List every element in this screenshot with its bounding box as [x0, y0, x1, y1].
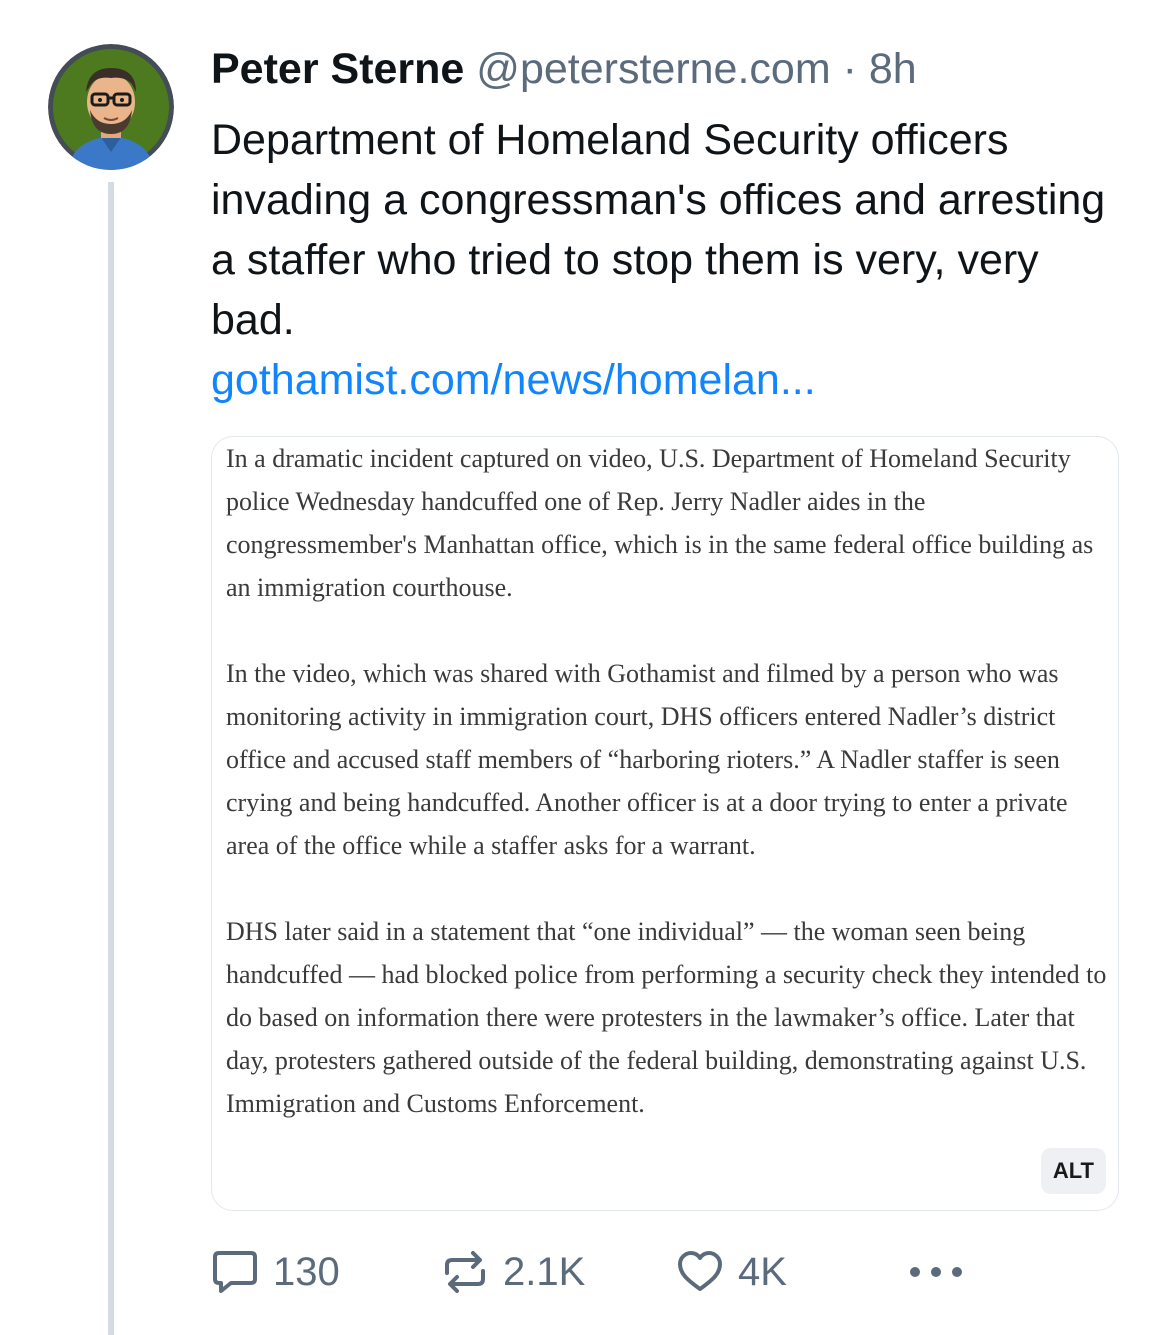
like-count: 4K [738, 1250, 787, 1294]
more-options-button[interactable] [906, 1244, 966, 1300]
post-text: Department of Homeland Security officers… [211, 116, 1106, 344]
avatar-illustration [48, 44, 174, 170]
separator-dot: · [842, 45, 857, 93]
article-paragraph: In the video, which was shared with Goth… [226, 659, 1068, 860]
post-link[interactable]: gothamist.com/news/homelan... [211, 350, 1111, 410]
thread-line [108, 182, 114, 1335]
avatar[interactable] [48, 44, 174, 170]
speech-bubble-icon [213, 1251, 257, 1293]
image-embed[interactable]: In a dramatic incident captured on video… [211, 436, 1119, 1211]
more-dots-icon [910, 1267, 962, 1277]
like-button[interactable]: 4K [676, 1244, 787, 1300]
post-body: Department of Homeland Security officers… [211, 110, 1111, 410]
article-paragraph: In a dramatic incident captured on video… [226, 444, 1094, 602]
post-header: Peter Sterne @petersterne.com · 8h [211, 44, 917, 94]
reply-button[interactable]: 130 [211, 1244, 340, 1300]
article-screenshot-text: In a dramatic incident captured on video… [226, 437, 1111, 1168]
post-time[interactable]: 8h [869, 45, 917, 93]
repost-button[interactable]: 2.1K [441, 1244, 585, 1300]
post-actions: 130 2.1K 4K [211, 1244, 1111, 1300]
reply-count: 130 [273, 1250, 340, 1294]
author-handle[interactable]: @petersterne.com [476, 45, 830, 93]
author-name[interactable]: Peter Sterne [211, 45, 464, 93]
repost-count: 2.1K [503, 1250, 586, 1294]
alt-text-badge[interactable]: ALT [1040, 1148, 1106, 1194]
heart-icon [678, 1251, 722, 1291]
article-paragraph: DHS later said in a statement that “one … [226, 917, 1107, 1118]
repost-arrows-icon [445, 1251, 485, 1293]
